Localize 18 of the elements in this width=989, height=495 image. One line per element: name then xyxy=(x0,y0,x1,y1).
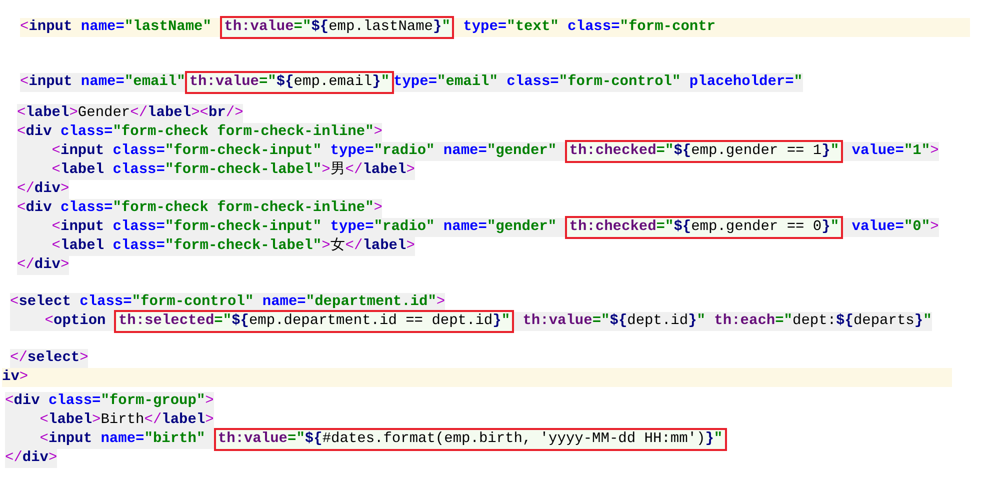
highlight-frame: th:value="${emp.email}" xyxy=(185,71,394,94)
code-text: type="email" class="form-control" placeholder=" xyxy=(394,73,803,92)
code-text: <input class="form-check-input" type="radio" name="gender" xyxy=(17,218,566,237)
highlight-frame: th:selected="${emp.department.id == dept.id}" xyxy=(114,310,514,333)
code-text: <input name="birth" xyxy=(5,430,214,449)
code-text: th:value="${dept.id}" th:each="dept:${departs}" xyxy=(514,312,932,331)
highlight-frame: th:checked="${emp.gender == 0}" xyxy=(565,216,844,239)
code-text: <input class="form-check-input" type="radio" name="gender" xyxy=(17,142,566,161)
highlight-frame: th:value="${emp.lastName}" xyxy=(220,16,454,39)
code-line: iv> xyxy=(2,368,28,387)
code-text: <input name="email" xyxy=(20,73,186,92)
code-text: type="text" class="form-contr xyxy=(462,18,716,37)
code-text: <option xyxy=(10,312,114,331)
code-text: value="1"> xyxy=(843,142,939,161)
code-text: <input name="lastName" xyxy=(20,18,212,37)
code-text: value="0"> xyxy=(843,218,939,237)
highlight-frame: th:value="${#dates.format(emp.birth, 'yyyy-MM-dd HH:mm')}" xyxy=(214,428,727,451)
highlight-frame: th:checked="${emp.gender == 1}" xyxy=(565,140,844,163)
